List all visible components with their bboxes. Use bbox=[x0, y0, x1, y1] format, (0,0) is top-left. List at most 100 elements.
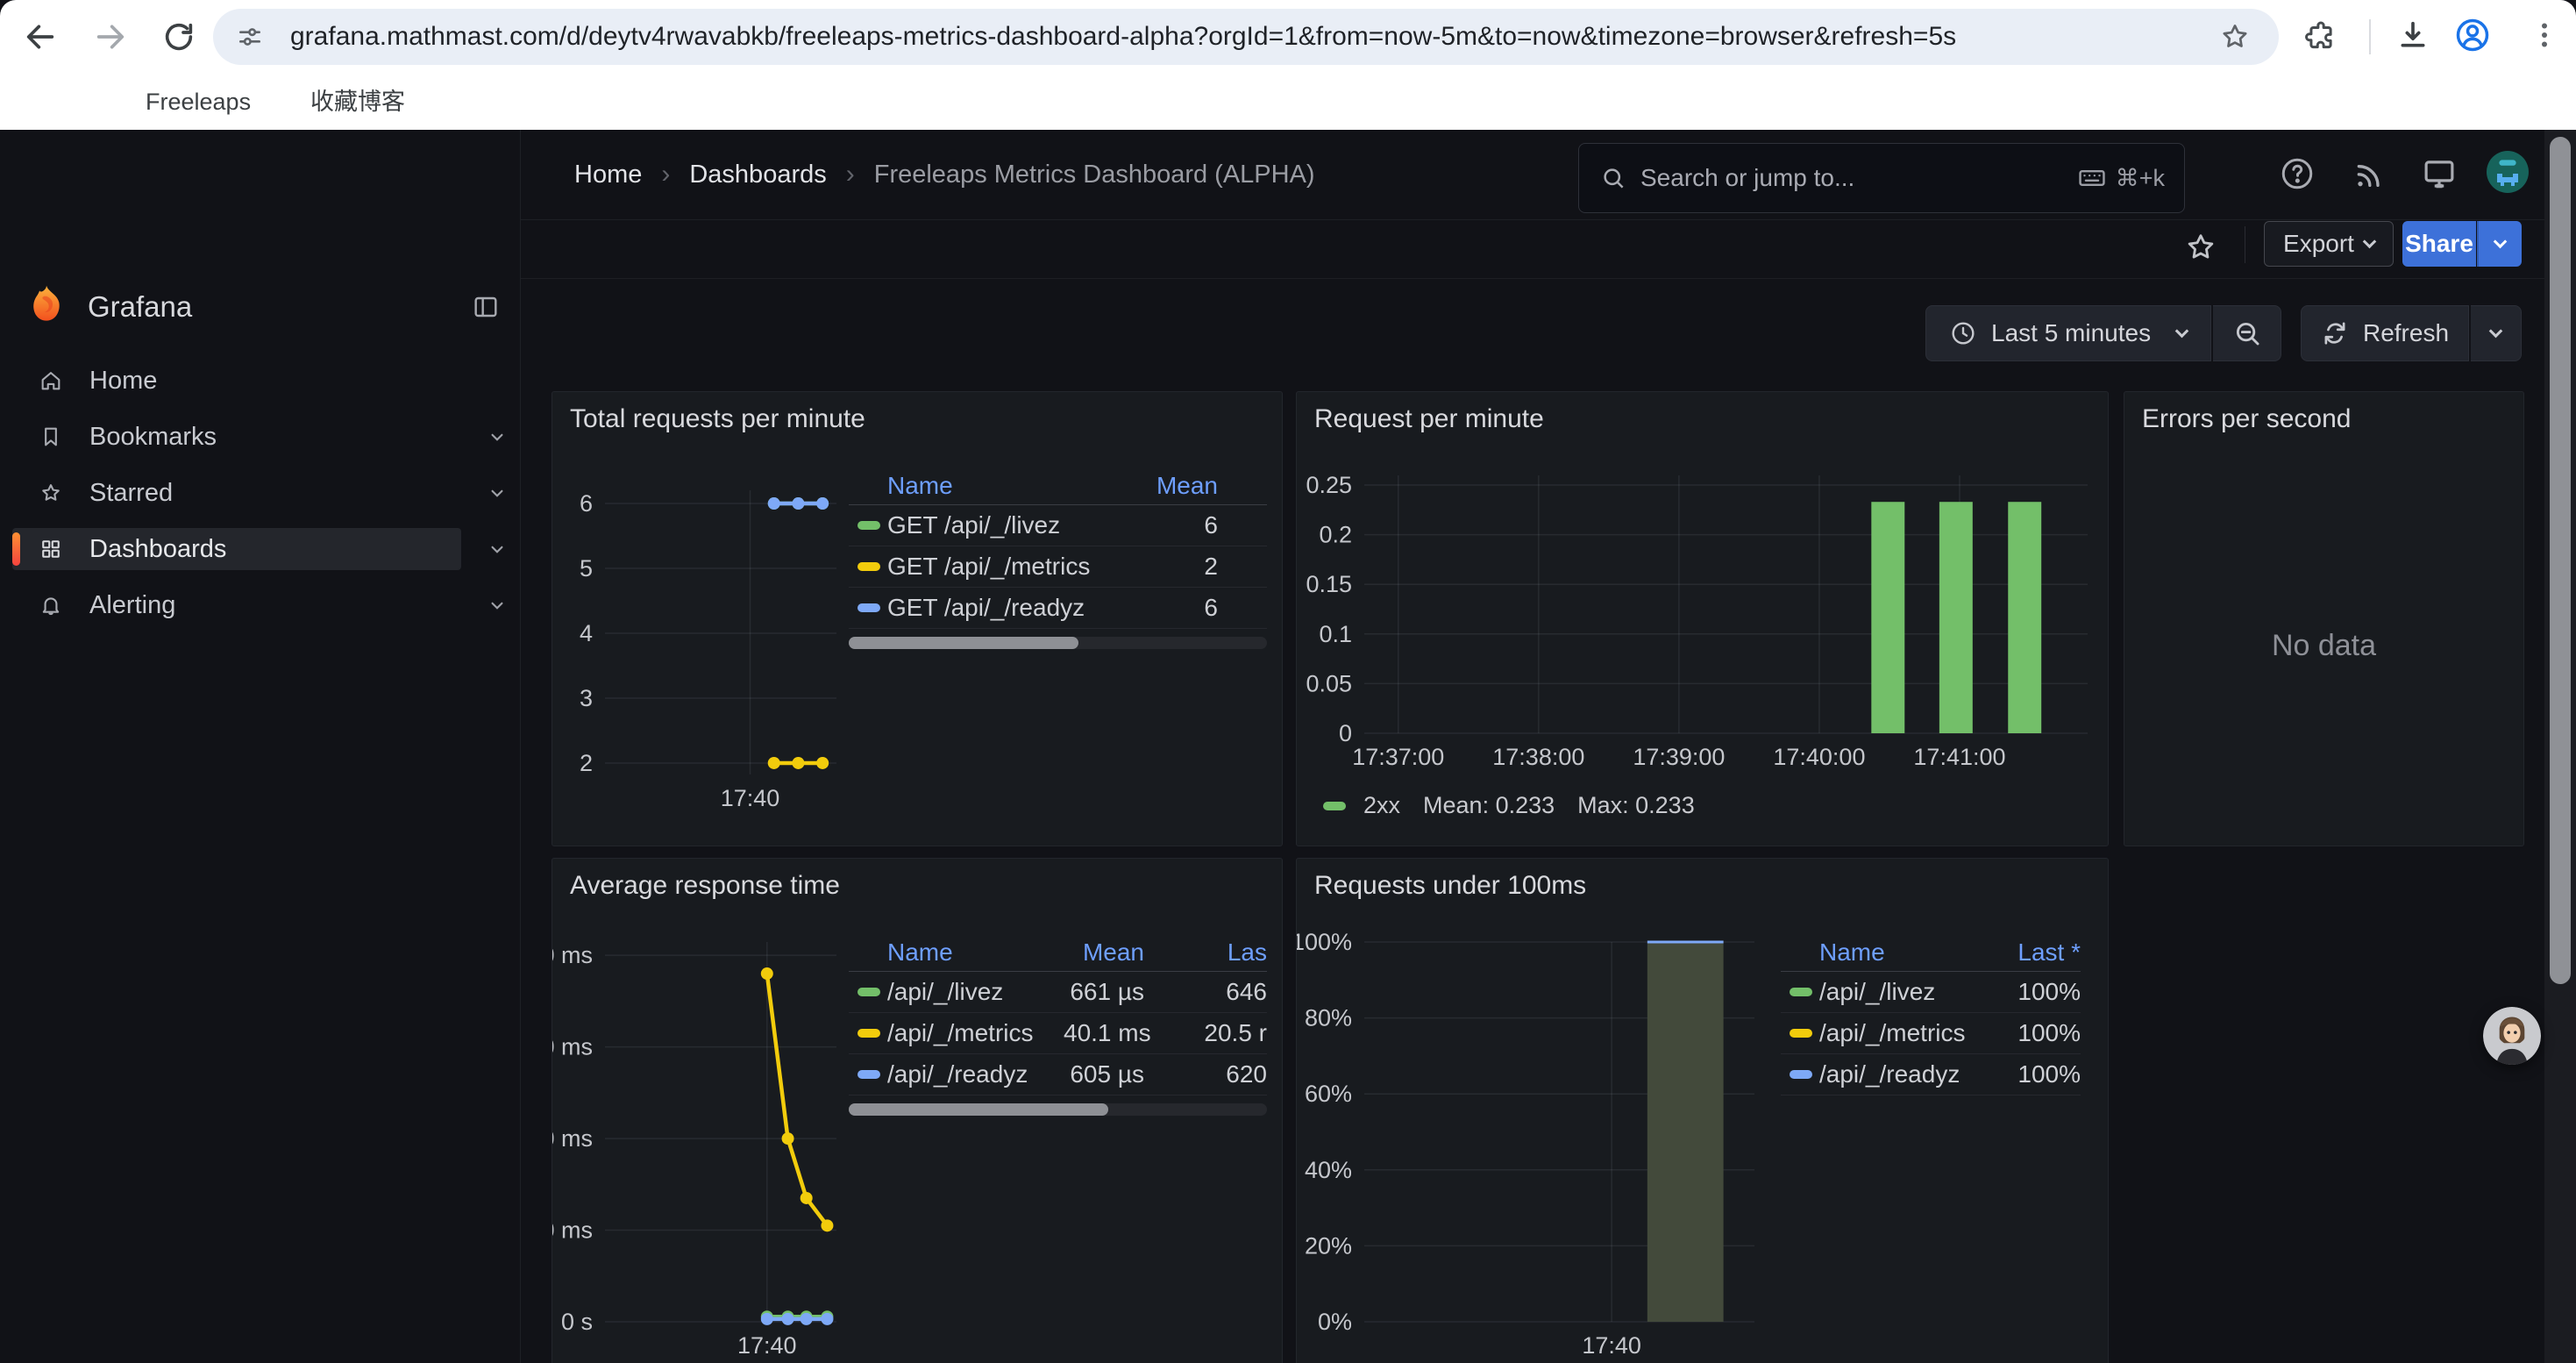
legend-row[interactable]: GET /api/_/livez6 bbox=[849, 505, 1267, 546]
panel-title[interactable]: Errors per second bbox=[2142, 404, 2351, 434]
scrollbar-thumb[interactable] bbox=[2550, 137, 2571, 984]
bookmark-icon bbox=[39, 425, 63, 453]
back-icon[interactable] bbox=[23, 19, 58, 59]
legend-column-header[interactable]: Mean bbox=[1137, 472, 1218, 500]
sidebar-item-alerting[interactable]: Alerting bbox=[12, 584, 461, 626]
breadcrumb-item: Freeleaps Metrics Dashboard (ALPHA) bbox=[874, 161, 1315, 189]
sidebar-item-label: Home bbox=[89, 360, 157, 402]
reload-icon[interactable] bbox=[161, 19, 196, 59]
svg-text:3: 3 bbox=[580, 685, 593, 711]
series-value: 20.5 r bbox=[1144, 1019, 1267, 1047]
series-value: 6 bbox=[1137, 511, 1218, 539]
panel-requests-under-100ms: Requests under 100ms 100%80%60%40%20%0%1… bbox=[1296, 858, 2109, 1363]
series-color-pill[interactable] bbox=[857, 603, 880, 612]
breadcrumb-item[interactable]: Dashboards bbox=[689, 161, 826, 189]
svg-text:17:40: 17:40 bbox=[721, 785, 780, 811]
extensions-icon[interactable] bbox=[2304, 19, 2338, 57]
bookmark-star-icon[interactable] bbox=[2219, 21, 2251, 57]
chevron-down-icon bbox=[2363, 234, 2377, 248]
panel-errors-per-second: Errors per second No data bbox=[2124, 391, 2524, 846]
url-text[interactable]: grafana.mathmast.com/d/deytv4rwavabkb/fr… bbox=[290, 9, 2202, 65]
chevron-down-icon[interactable] bbox=[486, 482, 509, 509]
rss-icon[interactable] bbox=[2350, 154, 2388, 193]
series-color-pill[interactable] bbox=[1790, 988, 1812, 996]
url-bar[interactable]: grafana.mathmast.com/d/deytv4rwavabkb/fr… bbox=[213, 9, 2279, 65]
legend-column-header[interactable]: Las bbox=[1144, 938, 1267, 967]
legend-column-header[interactable]: Mean bbox=[1064, 938, 1144, 967]
time-range-picker[interactable]: Last 5 minutes bbox=[1925, 305, 2211, 361]
brand-title: Grafana bbox=[88, 286, 192, 328]
clock-icon bbox=[1949, 319, 1977, 347]
browser-toolbar: grafana.mathmast.com/d/deytv4rwavabkb/fr… bbox=[0, 0, 2576, 74]
header-divider bbox=[521, 219, 2576, 220]
legend-row[interactable]: /api/_/livez100% bbox=[1781, 972, 2081, 1013]
legend-table: NameLast * /api/_/livez100%/api/_/metrics… bbox=[1781, 933, 2081, 1095]
svg-text:40 ms: 40 ms bbox=[552, 1125, 593, 1152]
export-button[interactable]: Export bbox=[2264, 221, 2394, 267]
legend-row[interactable]: /api/_/metrics40.1 ms20.5 r bbox=[849, 1013, 1267, 1054]
sidebar-item-label: Alerting bbox=[89, 584, 175, 626]
sidebar-item-label: Dashboards bbox=[89, 528, 226, 570]
svg-text:0: 0 bbox=[1339, 720, 1352, 746]
share-dropdown-button[interactable] bbox=[2477, 221, 2522, 267]
legend-row[interactable]: GET /api/_/metrics2 bbox=[849, 546, 1267, 588]
refresh-button[interactable]: Refresh bbox=[2301, 305, 2469, 361]
profile-icon[interactable] bbox=[2453, 16, 2492, 59]
legend-column-header[interactable]: Name bbox=[887, 472, 1137, 500]
bookmark-folder[interactable]: 收藏博客 bbox=[310, 74, 405, 130]
svg-text:60%: 60% bbox=[1305, 1081, 1352, 1107]
monitor-icon[interactable] bbox=[2420, 154, 2459, 193]
sidebar-item-starred[interactable]: Starred bbox=[12, 472, 461, 514]
sidebar-item-bookmarks[interactable]: Bookmarks bbox=[12, 416, 461, 458]
share-button[interactable]: Share bbox=[2402, 221, 2476, 267]
legend-row[interactable]: /api/_/readyz100% bbox=[1781, 1054, 2081, 1095]
series-value: 605 µs bbox=[1064, 1060, 1144, 1088]
legend-stat: Mean: 0.233 bbox=[1423, 792, 1555, 819]
forward-icon[interactable] bbox=[93, 19, 128, 59]
refresh-icon bbox=[2321, 319, 2349, 347]
favorite-star-icon[interactable] bbox=[2181, 228, 2220, 267]
bell-icon bbox=[39, 593, 63, 622]
svg-text:0.05: 0.05 bbox=[1306, 670, 1352, 696]
breadcrumb-item[interactable]: Home bbox=[574, 161, 642, 189]
legend-row[interactable]: /api/_/readyz605 µs620 bbox=[849, 1054, 1267, 1095]
help-icon[interactable] bbox=[2278, 154, 2316, 193]
sidebar-item-dashboards[interactable]: Dashboards bbox=[12, 528, 461, 570]
series-value: 646 bbox=[1144, 978, 1267, 1006]
series-color-pill[interactable] bbox=[857, 1029, 880, 1038]
screen: grafana.mathmast.com/d/deytv4rwavabkb/fr… bbox=[0, 0, 2576, 1363]
series-color-pill[interactable] bbox=[857, 988, 880, 996]
series-color-pill[interactable] bbox=[857, 521, 880, 530]
user-avatar[interactable] bbox=[2487, 151, 2529, 193]
legend-scrollbar[interactable] bbox=[849, 637, 1267, 649]
legend-row[interactable]: /api/_/livez661 µs646 bbox=[849, 972, 1267, 1013]
bookmark-folder[interactable]: Freeleaps bbox=[146, 74, 251, 130]
sidebar-item-home[interactable]: Home bbox=[12, 360, 461, 402]
assistant-avatar[interactable] bbox=[2483, 1007, 2541, 1065]
menu-icon[interactable] bbox=[2529, 19, 2560, 55]
legend-column-header[interactable]: Name bbox=[887, 938, 1064, 967]
series-color-pill[interactable] bbox=[1790, 1070, 1812, 1079]
breadcrumb-separator: › bbox=[846, 160, 855, 189]
series-color-pill[interactable] bbox=[1790, 1029, 1812, 1038]
tune-icon[interactable] bbox=[236, 23, 264, 55]
legend-column-header[interactable]: Last * bbox=[2000, 938, 2081, 967]
chevron-down-icon[interactable] bbox=[486, 538, 509, 565]
series-color-pill[interactable] bbox=[857, 562, 880, 571]
zoom-out-button[interactable] bbox=[2213, 305, 2281, 361]
download-icon[interactable] bbox=[2395, 18, 2430, 57]
dock-sidebar-icon[interactable] bbox=[472, 293, 500, 325]
chevron-down-icon[interactable] bbox=[486, 425, 509, 453]
chevron-down-icon[interactable] bbox=[486, 594, 509, 621]
chart-legend[interactable]: 2xx Mean: 0.233 Max: 0.233 bbox=[1323, 792, 1695, 819]
legend-column-header[interactable]: Name bbox=[1819, 938, 2000, 967]
legend-row[interactable]: /api/_/metrics100% bbox=[1781, 1013, 2081, 1054]
svg-text:17:40:00: 17:40:00 bbox=[1773, 744, 1865, 770]
refresh-interval-dropdown[interactable] bbox=[2471, 305, 2522, 361]
bar-chart[interactable]: 0.250.20.150.10.05017:37:0017:38:0017:39… bbox=[1297, 392, 2108, 846]
series-color-pill[interactable] bbox=[857, 1070, 880, 1079]
legend-scrollbar[interactable] bbox=[849, 1103, 1267, 1116]
search-input[interactable]: Search or jump to... ⌘+k bbox=[1578, 143, 2185, 213]
grafana-logo[interactable] bbox=[23, 282, 70, 334]
legend-row[interactable]: GET /api/_/readyz6 bbox=[849, 588, 1267, 629]
